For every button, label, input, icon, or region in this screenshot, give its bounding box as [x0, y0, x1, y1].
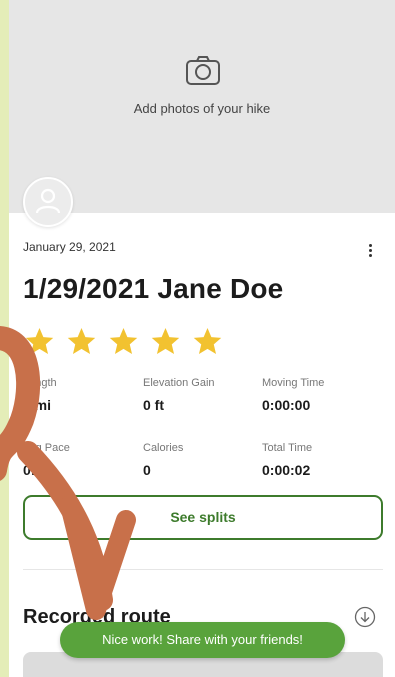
stat-label: Moving Time [262, 377, 325, 389]
stat-label: Calories [143, 442, 184, 454]
stat-calories: Calories 0 [143, 442, 183, 478]
star-icon[interactable] [107, 326, 140, 358]
see-splits-button[interactable]: See splits [23, 495, 383, 540]
stat-moving-time: Moving Time 0:00:00 [262, 377, 324, 413]
star-rating[interactable] [23, 326, 224, 358]
star-icon[interactable] [65, 326, 98, 358]
stat-total-time: Total Time 0:00:02 [262, 442, 312, 478]
star-icon[interactable] [149, 326, 182, 358]
stat-value: 0:00:00 [262, 397, 311, 413]
add-photos-caption: Add photos of your hike [133, 101, 271, 116]
dot-icon [368, 254, 372, 257]
add-photos-area[interactable]: Add photos of your hike [9, 0, 395, 213]
share-toast[interactable]: Nice work! Share with your friends! [60, 622, 345, 658]
activity-screen: Add photos of your hike January 29, 2021… [9, 0, 395, 677]
camera-icon [186, 56, 220, 85]
stat-label: Avg Pace [23, 442, 70, 454]
stat-label: Length [23, 377, 57, 389]
user-icon [36, 188, 60, 214]
dot-icon [368, 244, 372, 247]
download-icon[interactable] [354, 606, 376, 628]
divider [23, 569, 383, 570]
stat-length: Length 0 mi [23, 377, 57, 413]
stat-value: 0 [143, 462, 151, 478]
dot-icon [368, 249, 372, 252]
activity-title: 1/29/2021 Jane Doe [23, 273, 284, 304]
activity-date: January 29, 2021 [23, 240, 116, 254]
stat-value: 0 ft [143, 397, 164, 413]
more-options-button[interactable] [361, 242, 379, 266]
avatar[interactable] [23, 177, 73, 227]
stat-elevation-gain: Elevation Gain 0 ft [143, 377, 215, 413]
stat-label: Elevation Gain [143, 377, 215, 389]
stat-value: 0:00 [23, 462, 52, 478]
stat-avg-pace: Avg Pace 0:00 [23, 442, 70, 478]
star-icon[interactable] [23, 326, 56, 358]
stat-value: 0:00:02 [262, 462, 311, 478]
stat-label: Total Time [262, 442, 313, 454]
stat-value: 0 mi [23, 397, 52, 413]
star-icon[interactable] [191, 326, 224, 358]
